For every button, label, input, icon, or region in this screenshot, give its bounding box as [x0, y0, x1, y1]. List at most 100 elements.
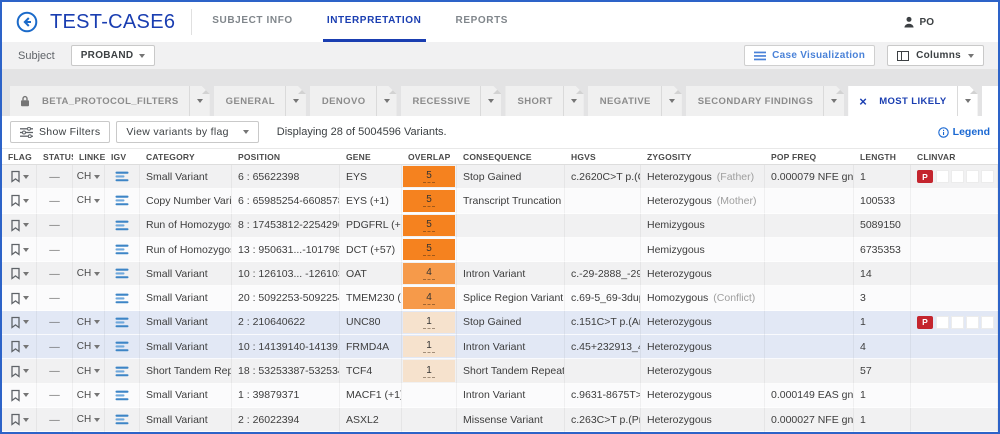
overlap-score-chip[interactable]: 1 — [403, 360, 455, 381]
view-tab-denovo[interactable]: DENOVO — [310, 86, 397, 116]
table-row[interactable]: —CHSmall Variant10 : 126103... -126103..… — [2, 262, 998, 286]
cell-igv[interactable] — [105, 408, 140, 432]
view-tab-menu-button[interactable] — [957, 86, 978, 116]
cell-flag[interactable] — [2, 408, 37, 432]
cell-linked[interactable]: CH — [73, 189, 105, 213]
table-row[interactable]: —CHSmall Variant10 : 14139140-14139141FR… — [2, 335, 998, 359]
cell-igv[interactable] — [105, 359, 140, 383]
overlap-score-chip[interactable]: 5 — [403, 166, 455, 187]
cell-overlap[interactable]: 5 — [402, 189, 457, 213]
cell-linked[interactable]: CH — [73, 335, 105, 359]
cell-linked[interactable]: CH — [73, 408, 105, 432]
cell-flag[interactable] — [2, 359, 37, 383]
column-header-consequence[interactable]: CONSEQUENCE — [457, 149, 565, 164]
table-row[interactable]: —Run of Homozygosity13 : 950631...-10179… — [2, 238, 998, 262]
view-tab-menu-button[interactable] — [480, 86, 501, 116]
close-view-icon[interactable]: × — [859, 95, 867, 108]
column-header-hgvs[interactable]: HGVS — [565, 149, 641, 164]
cell-linked[interactable]: CH — [73, 311, 105, 335]
cell-igv[interactable] — [105, 165, 140, 189]
table-row[interactable]: —CHSmall Variant6 : 65622398EYS5Stop Gai… — [2, 165, 998, 189]
overlap-score-chip[interactable]: 5 — [403, 190, 455, 211]
overlap-score-chip[interactable]: 5 — [403, 215, 455, 236]
view-tab-recessive[interactable]: RECESSIVE — [401, 86, 502, 116]
column-header-igv[interactable]: IGV — [105, 149, 140, 164]
view-tab-menu-button[interactable] — [823, 86, 844, 116]
cell-flag[interactable] — [2, 286, 37, 310]
tab-subject-info[interactable]: SUBJECT INFO — [208, 2, 297, 42]
cell-overlap[interactable]: 4 — [402, 262, 457, 286]
legend-button[interactable]: Legend — [938, 126, 990, 138]
table-row[interactable]: —CHCopy Number Variant6 : 65985254-66085… — [2, 189, 998, 213]
view-tab-menu-button[interactable] — [285, 86, 306, 116]
column-header-length[interactable]: LENGTH — [854, 149, 911, 164]
cell-igv[interactable] — [105, 311, 140, 335]
cell-overlap[interactable]: 5 — [402, 238, 457, 262]
cell-overlap[interactable]: 5 — [402, 214, 457, 238]
column-header-clinvar[interactable]: CLINVAR — [911, 149, 998, 164]
column-header-linked[interactable]: LINKED — [73, 149, 105, 164]
column-header-category[interactable]: CATEGORY — [140, 149, 232, 164]
cell-flag[interactable] — [2, 238, 37, 262]
table-row[interactable]: —CHSmall Variant2 : 26022394ASXL2Missens… — [2, 408, 998, 432]
tab-interpretation[interactable]: INTERPRETATION — [323, 2, 426, 42]
column-header-gene[interactable]: GENE — [340, 149, 402, 164]
cell-overlap[interactable]: 1 — [402, 311, 457, 335]
cell-igv[interactable] — [105, 384, 140, 408]
view-tab-menu-button[interactable] — [189, 86, 210, 116]
case-visualization-button[interactable]: Case Visualization — [744, 45, 875, 66]
cell-flag[interactable] — [2, 189, 37, 213]
table-row[interactable]: —Run of Homozygosity8 : 17453812-2254296… — [2, 214, 998, 238]
cell-flag[interactable] — [2, 214, 37, 238]
cell-igv[interactable] — [105, 262, 140, 286]
cell-linked[interactable]: CH — [73, 262, 105, 286]
overlap-score-chip[interactable]: 4 — [403, 287, 455, 308]
cell-overlap[interactable]: 5 — [402, 165, 457, 189]
view-tab-beta-protocol-filters[interactable]: BETA_PROTOCOL_FILTERS — [10, 86, 210, 116]
column-header-pop-freq[interactable]: POP FREQ — [765, 149, 854, 164]
view-tab-secondary-findings[interactable]: SECONDARY FINDINGS — [686, 86, 844, 116]
cell-flag[interactable] — [2, 262, 37, 286]
show-filters-button[interactable]: Show Filters — [10, 121, 110, 143]
view-by-flag-select[interactable]: View variants by flag — [116, 121, 258, 143]
cell-linked[interactable]: CH — [73, 359, 105, 383]
clinvar-pathogenic-badge[interactable]: P — [917, 170, 933, 183]
column-header-overlap[interactable]: OVERLAP — [402, 149, 457, 164]
view-tab-general[interactable]: GENERAL — [214, 86, 306, 116]
table-row[interactable]: —Small Variant20 : 5092253-5092254TMEM23… — [2, 286, 998, 310]
cell-igv[interactable] — [105, 286, 140, 310]
overlap-score-chip[interactable]: 4 — [403, 263, 455, 284]
view-tab-short[interactable]: SHORT — [505, 86, 583, 116]
view-tab-menu-button[interactable] — [661, 86, 682, 116]
table-row[interactable]: —CHShort Tandem Repe...18 : 53253387-532… — [2, 359, 998, 383]
cell-flag[interactable] — [2, 384, 37, 408]
subject-select[interactable]: PROBAND — [71, 45, 156, 66]
cell-overlap[interactable]: 4 — [402, 286, 457, 310]
view-tab-menu-button[interactable] — [563, 86, 584, 116]
table-row[interactable]: —CHSmall Variant2 : 210640622UNC801Stop … — [2, 311, 998, 335]
column-header-flag[interactable]: FLAG — [2, 149, 37, 164]
user-menu[interactable]: PO — [903, 16, 934, 28]
cell-linked[interactable]: CH — [73, 165, 105, 189]
cell-flag[interactable] — [2, 335, 37, 359]
cell-igv[interactable] — [105, 335, 140, 359]
column-header-zygosity[interactable]: ZYGOSITY — [641, 149, 765, 164]
cell-overlap[interactable]: 1 — [402, 359, 457, 383]
view-tab-negative[interactable]: NEGATIVE — [588, 86, 682, 116]
table-row[interactable]: —CHSmall Variant1 : 39879371MACF1 (+1)In… — [2, 384, 998, 408]
overlap-score-chip[interactable]: 1 — [403, 312, 455, 333]
overlap-score-chip[interactable]: 1 — [403, 336, 455, 357]
column-header-status[interactable]: STATUS — [37, 149, 73, 164]
cell-linked[interactable]: CH — [73, 384, 105, 408]
clinvar-pathogenic-badge[interactable]: P — [917, 316, 933, 329]
cell-flag[interactable] — [2, 311, 37, 335]
columns-button[interactable]: Columns — [887, 45, 984, 66]
cell-overlap[interactable]: 1 — [402, 335, 457, 359]
view-tab-menu-button[interactable] — [376, 86, 397, 116]
column-header-position[interactable]: POSITION — [232, 149, 340, 164]
new-view-button[interactable]: + NEW VIEW — [982, 86, 1000, 116]
back-button[interactable] — [16, 11, 38, 33]
tab-reports[interactable]: REPORTS — [452, 2, 513, 42]
overlap-score-chip[interactable]: 5 — [403, 239, 455, 260]
view-tab-most-likely[interactable]: ×MOST LIKELY — [848, 86, 977, 116]
